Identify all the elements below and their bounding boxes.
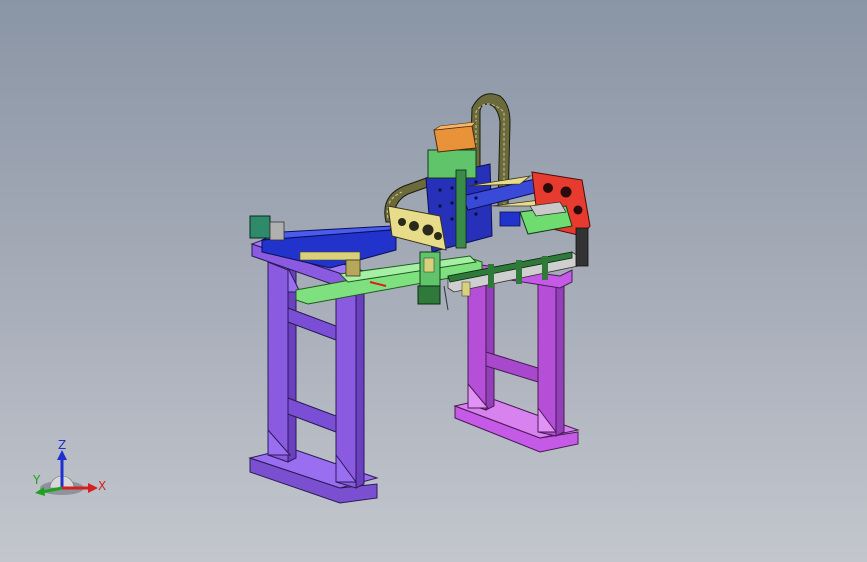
z-axis-label: Z <box>58 440 66 452</box>
cad-model-viewport[interactable] <box>0 0 867 562</box>
cable <box>443 285 449 311</box>
axis-triad: Z X Y <box>32 440 106 496</box>
x-axis-label: X <box>98 479 106 493</box>
right-leg-stand <box>453 261 580 453</box>
y-axis-label: Y <box>32 473 41 487</box>
